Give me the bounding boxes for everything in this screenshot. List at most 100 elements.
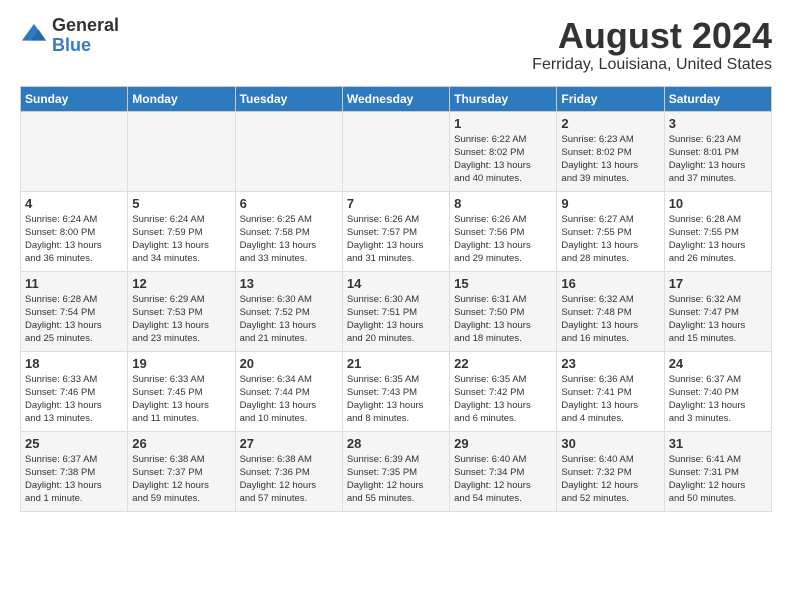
header-wednesday: Wednesday (342, 86, 449, 111)
table-row: 15Sunrise: 6:31 AM Sunset: 7:50 PM Dayli… (450, 271, 557, 351)
table-row: 6Sunrise: 6:25 AM Sunset: 7:58 PM Daylig… (235, 191, 342, 271)
day-number: 3 (669, 116, 767, 131)
day-number: 16 (561, 276, 659, 291)
day-number: 24 (669, 356, 767, 371)
day-info: Sunrise: 6:38 AM Sunset: 7:36 PM Dayligh… (240, 453, 338, 506)
day-info: Sunrise: 6:34 AM Sunset: 7:44 PM Dayligh… (240, 373, 338, 426)
table-row: 22 Sunrise: 6:35 AM Sunset: 7:42 PM Dayli… (450, 351, 557, 431)
table-row (235, 111, 342, 191)
header-tuesday: Tuesday (235, 86, 342, 111)
logo-line1: General (52, 16, 119, 36)
day-number: 1 (454, 116, 552, 131)
day-number: 2 (561, 116, 659, 131)
calendar-week-row: 11 Sunrise: 6:28 AM Sunset: 7:54 PM Dayli… (21, 271, 772, 351)
day-info: Sunrise: 6:36 AM Sunset: 7:41 PM Dayligh… (561, 373, 659, 426)
table-row: 4 Sunrise: 6:24 AM Sunset: 8:00 PM Daylig… (21, 191, 128, 271)
day-info: Sunrise: 6:37 AM Sunset: 7:40 PM Dayligh… (669, 373, 767, 426)
table-row: 7 Sunrise: 6:26 AM Sunset: 7:57 PM Daylig… (342, 191, 449, 271)
day-number: 19 (132, 356, 230, 371)
day-number: 23 (561, 356, 659, 371)
table-row: 23 Sunrise: 6:36 AM Sunset: 7:41 PM Dayli… (557, 351, 664, 431)
day-info: Sunrise: 6:39 AM Sunset: 7:35 PM Dayligh… (347, 453, 445, 506)
day-number: 8 (454, 196, 552, 211)
table-row: 30 Sunrise: 6:40 AM Sunset: 7:32 PM Dayli… (557, 431, 664, 511)
table-row: 5 Sunrise: 6:24 AM Sunset: 7:59 PM Daylig… (128, 191, 235, 271)
day-number: 30 (561, 436, 659, 451)
day-info: Sunrise: 6:29 AM Sunset: 7:53 PM Dayligh… (132, 293, 230, 346)
weekday-header-row: Sunday Monday Tuesday Wednesday Thursday… (21, 86, 772, 111)
day-number: 31 (669, 436, 767, 451)
header-friday: Friday (557, 86, 664, 111)
day-info: Sunrise: 6:27 AM Sunset: 7:55 PM Dayligh… (561, 213, 659, 266)
day-info: Sunrise: 6:24 AM Sunset: 8:00 PM Dayligh… (25, 213, 123, 266)
day-info: Sunrise: 6:32 AM Sunset: 7:48 PM Dayligh… (561, 293, 659, 346)
table-row: 12 Sunrise: 6:29 AM Sunset: 7:53 PM Dayli… (128, 271, 235, 351)
day-number: 17 (669, 276, 767, 291)
day-info: Sunrise: 6:28 AM Sunset: 7:55 PM Dayligh… (669, 213, 767, 266)
day-info: Sunrise: 6:30 AM Sunset: 7:51 PM Dayligh… (347, 293, 445, 346)
table-row: 25Sunrise: 6:37 AM Sunset: 7:38 PM Dayli… (21, 431, 128, 511)
table-row: 28 Sunrise: 6:39 AM Sunset: 7:35 PM Dayli… (342, 431, 449, 511)
day-info: Sunrise: 6:35 AM Sunset: 7:42 PM Dayligh… (454, 373, 552, 426)
day-number: 14 (347, 276, 445, 291)
table-row: 17 Sunrise: 6:32 AM Sunset: 7:47 PM Dayli… (664, 271, 771, 351)
day-number: 15 (454, 276, 552, 291)
table-row: 27 Sunrise: 6:38 AM Sunset: 7:36 PM Dayli… (235, 431, 342, 511)
day-number: 5 (132, 196, 230, 211)
day-number: 18 (25, 356, 123, 371)
day-number: 29 (454, 436, 552, 451)
table-row: 8 Sunrise: 6:26 AM Sunset: 7:56 PM Daylig… (450, 191, 557, 271)
day-info: Sunrise: 6:23 AM Sunset: 8:02 PM Dayligh… (561, 133, 659, 186)
logo: General Blue (20, 16, 119, 56)
table-row: 9Sunrise: 6:27 AM Sunset: 7:55 PM Daylig… (557, 191, 664, 271)
day-info: Sunrise: 6:28 AM Sunset: 7:54 PM Dayligh… (25, 293, 123, 346)
day-number: 27 (240, 436, 338, 451)
header-thursday: Thursday (450, 86, 557, 111)
table-row: 3 Sunrise: 6:23 AM Sunset: 8:01 PM Daylig… (664, 111, 771, 191)
logo-line2: Blue (52, 36, 119, 56)
day-number: 12 (132, 276, 230, 291)
title-area: August 2024 Ferriday, Louisiana, United … (532, 16, 772, 74)
day-info: Sunrise: 6:22 AM Sunset: 8:02 PM Dayligh… (454, 133, 552, 186)
calendar-title: August 2024 (532, 16, 772, 56)
day-info: Sunrise: 6:41 AM Sunset: 7:31 PM Dayligh… (669, 453, 767, 506)
day-info: Sunrise: 6:24 AM Sunset: 7:59 PM Dayligh… (132, 213, 230, 266)
day-number: 4 (25, 196, 123, 211)
table-row: 11 Sunrise: 6:28 AM Sunset: 7:54 PM Dayli… (21, 271, 128, 351)
day-info: Sunrise: 6:40 AM Sunset: 7:34 PM Dayligh… (454, 453, 552, 506)
day-number: 26 (132, 436, 230, 451)
calendar-subtitle: Ferriday, Louisiana, United States (532, 56, 772, 74)
day-info: Sunrise: 6:30 AM Sunset: 7:52 PM Dayligh… (240, 293, 338, 346)
logo-icon (20, 22, 48, 50)
table-row: 14 Sunrise: 6:30 AM Sunset: 7:51 PM Dayli… (342, 271, 449, 351)
day-info: Sunrise: 6:23 AM Sunset: 8:01 PM Dayligh… (669, 133, 767, 186)
day-info: Sunrise: 6:40 AM Sunset: 7:32 PM Dayligh… (561, 453, 659, 506)
table-row: 31 Sunrise: 6:41 AM Sunset: 7:31 PM Dayli… (664, 431, 771, 511)
calendar-table: Sunday Monday Tuesday Wednesday Thursday… (20, 86, 772, 512)
table-row: 1 Sunrise: 6:22 AM Sunset: 8:02 PM Daylig… (450, 111, 557, 191)
day-number: 28 (347, 436, 445, 451)
table-row: 10 Sunrise: 6:28 AM Sunset: 7:55 PM Dayli… (664, 191, 771, 271)
table-row: 26 Sunrise: 6:38 AM Sunset: 7:37 PM Dayli… (128, 431, 235, 511)
day-number: 10 (669, 196, 767, 211)
day-info: Sunrise: 6:37 AM Sunset: 7:38 PM Dayligh… (25, 453, 123, 506)
day-info: Sunrise: 6:26 AM Sunset: 7:57 PM Dayligh… (347, 213, 445, 266)
day-info: Sunrise: 6:38 AM Sunset: 7:37 PM Dayligh… (132, 453, 230, 506)
table-row: 2 Sunrise: 6:23 AM Sunset: 8:02 PM Daylig… (557, 111, 664, 191)
table-row: 29 Sunrise: 6:40 AM Sunset: 7:34 PM Dayli… (450, 431, 557, 511)
calendar-week-row: 4 Sunrise: 6:24 AM Sunset: 8:00 PM Daylig… (21, 191, 772, 271)
day-info: Sunrise: 6:32 AM Sunset: 7:47 PM Dayligh… (669, 293, 767, 346)
table-row: 21Sunrise: 6:35 AM Sunset: 7:43 PM Dayli… (342, 351, 449, 431)
day-number: 7 (347, 196, 445, 211)
day-info: Sunrise: 6:33 AM Sunset: 7:46 PM Dayligh… (25, 373, 123, 426)
day-number: 11 (25, 276, 123, 291)
day-number: 22 (454, 356, 552, 371)
day-number: 21 (347, 356, 445, 371)
table-row: 19Sunrise: 6:33 AM Sunset: 7:45 PM Dayli… (128, 351, 235, 431)
day-info: Sunrise: 6:25 AM Sunset: 7:58 PM Dayligh… (240, 213, 338, 266)
table-row (128, 111, 235, 191)
header-monday: Monday (128, 86, 235, 111)
day-info: Sunrise: 6:26 AM Sunset: 7:56 PM Dayligh… (454, 213, 552, 266)
table-row: 24 Sunrise: 6:37 AM Sunset: 7:40 PM Dayli… (664, 351, 771, 431)
header-saturday: Saturday (664, 86, 771, 111)
